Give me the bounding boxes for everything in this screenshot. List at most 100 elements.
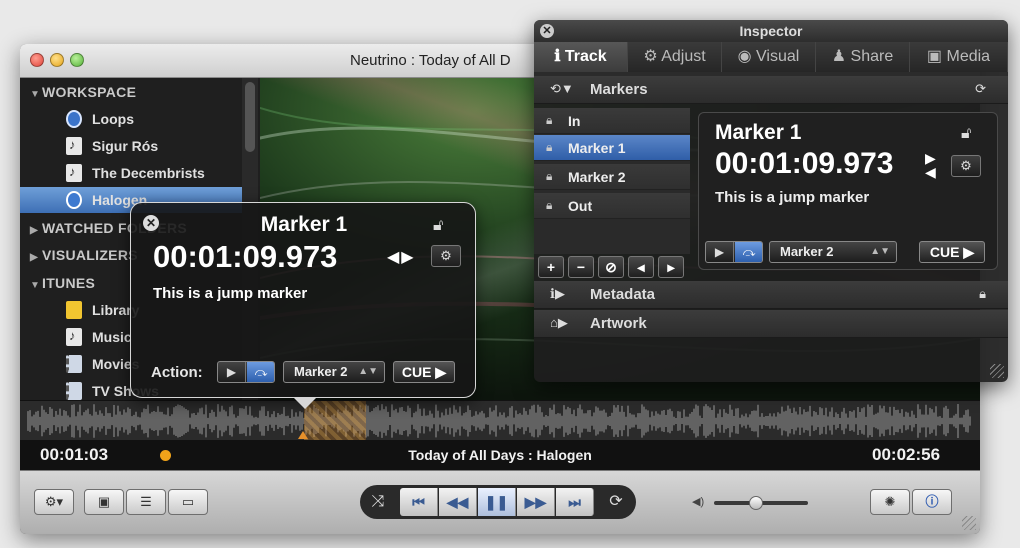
gear-icon: ⚙ (440, 248, 452, 263)
jump-action-icon[interactable]: ⤼ (247, 362, 274, 382)
jump-action-icon[interactable]: ⤼ (735, 242, 762, 262)
waveform (27, 404, 971, 438)
volume-slider[interactable] (714, 496, 808, 510)
bottom-toolbar: ⚙▾ ▣ ☰ ▭ ⤨ ⏮ ◀◀ ❚❚ ▶▶ ⏭ ⟳ ◀) ✺ ⓘ (20, 470, 980, 534)
remove-marker-button[interactable]: − (568, 256, 594, 278)
sidebar-section-visualizers[interactable]: ▶ VISUALIZERS (30, 247, 138, 263)
marker-row-marker-2[interactable]: 🔒︎ Marker 2 (534, 164, 690, 190)
metadata-header[interactable]: ℹ▶ Metadata 🔒︎ (534, 281, 1008, 309)
unlock-icon[interactable]: 🔓︎ (961, 125, 971, 143)
resize-grip[interactable] (990, 364, 1004, 378)
markers-header[interactable]: ⟲▼ Markers ⟳ (534, 76, 1008, 104)
previous-marker-button[interactable]: ◂ (628, 256, 654, 278)
markers-disclosure-icon[interactable]: ⟲▼ (550, 81, 574, 97)
marker-row-out[interactable]: 🔒︎ Out (534, 193, 690, 219)
sun-icon: ✺ (884, 494, 896, 509)
list-icon: ☰ (140, 494, 152, 509)
zoom-window-button[interactable] (70, 53, 84, 67)
speaker-icon: ◀) (692, 496, 705, 508)
gear-icon: ⚙▾ (44, 494, 64, 509)
browser-view-button[interactable]: ▣ (84, 489, 124, 515)
close-window-button[interactable] (30, 53, 44, 67)
minimize-window-button[interactable] (50, 53, 64, 67)
tab-track[interactable]: ℹ Track (534, 42, 628, 72)
pause-button[interactable]: ❚❚ (478, 488, 516, 516)
marker-row-marker-1[interactable]: 🔒︎ Marker 1 (534, 135, 690, 161)
disclosure-open-icon[interactable]: ▼ (30, 89, 42, 100)
play-action-icon[interactable]: ▶ (706, 242, 734, 262)
shuffle-button[interactable]: ⤨ (368, 492, 388, 512)
tab-media[interactable]: ▣ Media (910, 42, 1008, 72)
lock-icon[interactable]: 🔒︎ (546, 169, 552, 184)
detail-cue-button[interactable]: CUE ▶ (919, 241, 985, 263)
clear-marker-button[interactable]: ⊘ (598, 256, 624, 278)
disclosure-open-icon[interactable]: ▼ (30, 280, 42, 291)
fast-forward-button[interactable]: ▶▶ (517, 488, 555, 516)
sidebar-section-workspace[interactable]: ▼ WORKSPACE (30, 84, 136, 100)
hud-target-popup[interactable]: Marker 2 ▲▼ (283, 361, 385, 383)
list-view-button[interactable]: ☰ (126, 489, 166, 515)
marker-in-handle[interactable] (298, 431, 308, 439)
play-circle-icon (66, 191, 82, 209)
nudge-arrows[interactable]: ▶ ◀ (925, 151, 936, 179)
sidebar-item-decembrists[interactable]: The Decembrists (20, 160, 242, 186)
window-title: Neutrino : Today of All D (350, 52, 511, 69)
lock-icon[interactable]: 🔒︎ (546, 198, 552, 213)
inspector-title: Inspector (534, 20, 1008, 42)
loop-icon (66, 110, 82, 128)
transport-controls: ⤨ ⏮ ◀◀ ❚❚ ▶▶ ⏭ ⟳ (360, 485, 636, 519)
lock-icon[interactable]: 🔒︎ (546, 113, 552, 128)
hud-cue-button[interactable]: CUE ▶ (393, 361, 455, 383)
detail-gear-button[interactable]: ⚙ (951, 155, 981, 177)
skip-back-button[interactable]: ⏮ (400, 488, 438, 516)
waveform-scrubber[interactable] (20, 400, 980, 441)
hud-marker-title: Marker 1 (260, 213, 348, 236)
marker-row-in[interactable]: 🔒︎ In (534, 108, 690, 134)
info-icon: ℹ (554, 48, 565, 65)
action-mode-segmented[interactable]: ▶ ⤼ (217, 361, 275, 383)
detail-target-popup[interactable]: Marker 2 ▲▼ (769, 241, 897, 263)
tab-visual[interactable]: ◉ Visual (722, 42, 816, 72)
skip-forward-button[interactable]: ⏭ (556, 488, 594, 516)
detail-action-mode-segmented[interactable]: ▶ ⤼ (705, 241, 763, 263)
sidebar-item-sigur-ros[interactable]: Sigur Rós (20, 133, 242, 159)
disclosure-closed-icon[interactable]: ▶ (30, 252, 42, 263)
disclosure-closed-icon[interactable]: ▶ (30, 225, 42, 236)
close-icon[interactable]: ✕ (540, 24, 554, 38)
artwork-disclosure-icon[interactable]: ⌂▶ (550, 315, 568, 331)
status-bar: 00:01:03 Today of All Days : Halogen 00:… (20, 440, 980, 470)
sidebar-scroll-thumb[interactable] (245, 82, 255, 152)
resize-grip[interactable] (962, 516, 976, 530)
refresh-icon[interactable]: ⟳ (975, 81, 986, 97)
music-doc-icon (66, 164, 82, 182)
hud-timecode: 00:01:09.973 (153, 239, 338, 274)
action-menu-button[interactable]: ⚙▾ (34, 489, 74, 515)
play-action-icon[interactable]: ▶ (218, 362, 246, 382)
tab-share[interactable]: ♟ Share (816, 42, 910, 72)
sidebar-item-loops[interactable]: Loops (20, 106, 242, 132)
eye-icon: ◉ (737, 48, 757, 65)
volume-knob[interactable] (749, 496, 764, 510)
inspector-panel: Inspector ✕ ℹ Track ⚙ Adjust ◉ Visual ♟ … (534, 20, 1008, 382)
repeat-button[interactable]: ⟳ (606, 492, 626, 512)
visualizer-button[interactable]: ✺ (870, 489, 910, 515)
add-marker-button[interactable]: + (538, 256, 564, 278)
lock-icon[interactable]: 🔒︎ (979, 286, 986, 302)
sidebar-section-itunes[interactable]: ▼ ITUNES (30, 275, 95, 291)
unlock-icon[interactable]: 🔓︎ (433, 217, 443, 235)
artwork-header[interactable]: ⌂▶ Artwork (534, 310, 1008, 338)
film-icon (66, 355, 82, 373)
lock-icon[interactable]: 🔒︎ (546, 140, 552, 155)
gear-icon: ⚙ (960, 158, 972, 173)
info-disclosure-icon[interactable]: ℹ▶ (550, 286, 565, 302)
action-label: Action: (151, 364, 203, 381)
next-marker-button[interactable]: ▸ (658, 256, 684, 278)
fullscreen-view-button[interactable]: ▭ (168, 489, 208, 515)
info-button[interactable]: ⓘ (912, 489, 952, 515)
rewind-button[interactable]: ◀◀ (439, 488, 477, 516)
tab-adjust[interactable]: ⚙ Adjust (628, 42, 722, 72)
markers-list: 🔒︎ In 🔒︎ Marker 1 🔒︎ Marker 2 🔒︎ Out (534, 108, 690, 254)
hud-gear-button[interactable]: ⚙ (431, 245, 461, 267)
nudge-arrows[interactable]: ◀▶ (387, 247, 416, 267)
total-time: 00:02:56 (872, 445, 941, 464)
